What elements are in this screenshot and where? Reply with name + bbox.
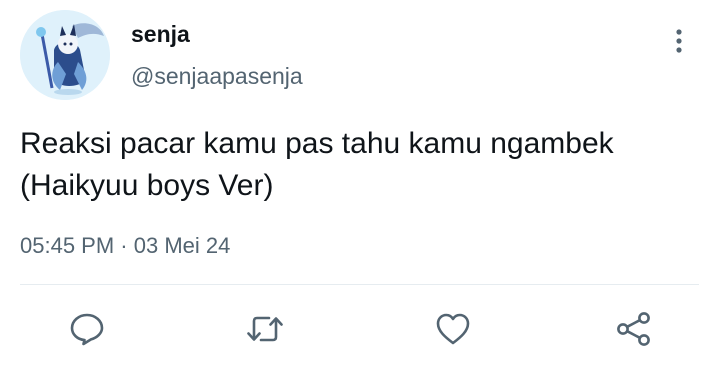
more-vertical-icon [676, 29, 682, 53]
like-button[interactable] [433, 309, 473, 349]
heart-icon [436, 313, 470, 345]
avatar[interactable] [20, 10, 110, 100]
timestamp-separator: · [120, 233, 128, 258]
share-icon [617, 312, 650, 346]
tweet-time: 05:45 PM [20, 233, 115, 258]
tweet-date: 03 Mei 24 [133, 233, 231, 258]
retweet-button[interactable] [245, 309, 285, 349]
user-handle[interactable]: @senjaapasenja [131, 62, 303, 90]
display-name[interactable]: senja [131, 20, 190, 48]
share-button[interactable] [614, 309, 654, 349]
retweet-icon [247, 316, 283, 342]
reply-icon [70, 313, 104, 346]
divider [20, 284, 699, 285]
more-options-button[interactable] [664, 26, 694, 56]
tweet-text: Reaksi pacar kamu pas tahu kamu ngambek … [20, 127, 614, 202]
reply-button[interactable] [67, 309, 107, 349]
tweet-timestamp[interactable]: 05:45 PM · 03 Mei 24 [20, 232, 230, 260]
tweet-card: senja @senjaapasenja Reaksi pacar kamu p… [0, 0, 719, 366]
anime-character-avatar-icon [20, 10, 110, 100]
